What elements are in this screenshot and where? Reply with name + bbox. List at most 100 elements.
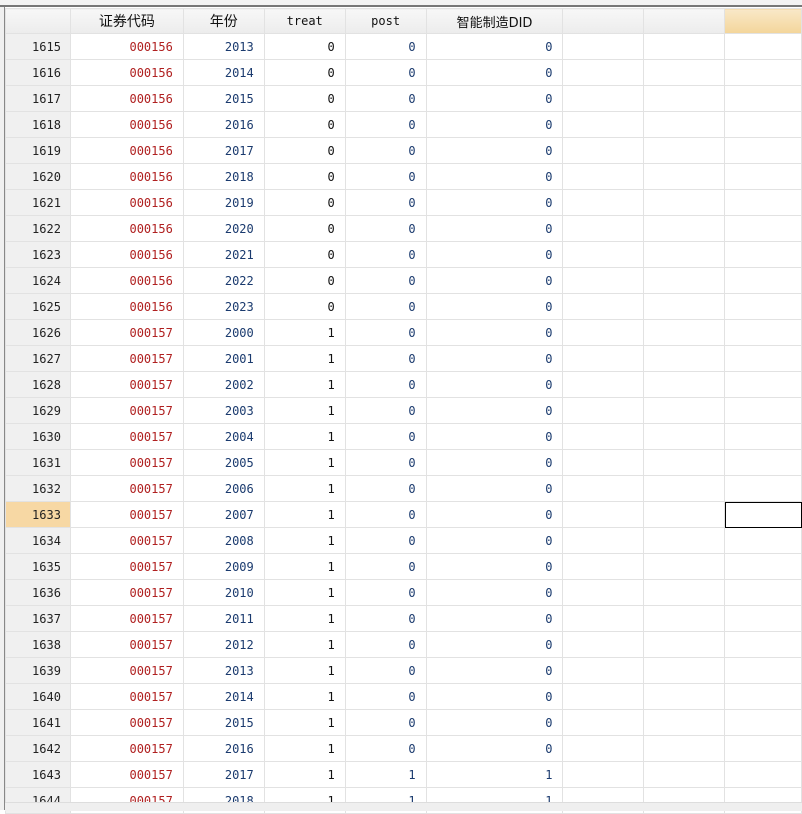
stock-code-cell[interactable]: 000156 — [69, 241, 184, 268]
treat-cell[interactable]: 1 — [263, 631, 346, 658]
stock-code-cell[interactable]: 000156 — [69, 267, 184, 294]
stock-code-cell[interactable]: 000156 — [69, 189, 184, 216]
empty-cell[interactable] — [724, 631, 802, 658]
did-cell[interactable]: 0 — [425, 579, 564, 606]
empty-cell[interactable] — [643, 215, 726, 242]
row-number[interactable]: 1630 — [5, 423, 71, 450]
column-header-empty-2[interactable] — [643, 8, 726, 34]
treat-cell[interactable]: 1 — [263, 761, 346, 788]
empty-cell[interactable] — [643, 85, 726, 112]
year-cell[interactable]: 2023 — [182, 293, 265, 320]
empty-cell[interactable] — [724, 189, 802, 216]
treat-cell[interactable]: 1 — [263, 709, 346, 736]
empty-cell[interactable] — [643, 735, 726, 762]
post-cell[interactable]: 0 — [344, 657, 427, 684]
column-header-year[interactable]: 年份 — [182, 8, 265, 34]
post-cell[interactable]: 0 — [344, 683, 427, 710]
empty-cell[interactable] — [643, 449, 726, 476]
stock-code-cell[interactable]: 000156 — [69, 215, 184, 242]
row-number[interactable]: 1615 — [5, 33, 71, 60]
empty-cell[interactable] — [643, 605, 726, 632]
row-number[interactable]: 1632 — [5, 475, 71, 502]
treat-cell[interactable]: 0 — [263, 189, 346, 216]
year-cell[interactable]: 2013 — [182, 657, 265, 684]
treat-cell[interactable]: 0 — [263, 85, 346, 112]
stock-code-cell[interactable]: 000157 — [69, 319, 184, 346]
treat-cell[interactable]: 1 — [263, 475, 346, 502]
empty-cell[interactable] — [724, 475, 802, 502]
post-cell[interactable]: 0 — [344, 215, 427, 242]
empty-cell[interactable] — [562, 579, 645, 606]
corner-header[interactable] — [5, 8, 71, 34]
did-cell[interactable]: 0 — [425, 449, 564, 476]
year-cell[interactable]: 2011 — [182, 605, 265, 632]
did-cell[interactable]: 0 — [425, 527, 564, 554]
row-number[interactable]: 1638 — [5, 631, 71, 658]
year-cell[interactable]: 2014 — [182, 59, 265, 86]
row-number[interactable]: 1627 — [5, 345, 71, 372]
treat-cell[interactable]: 1 — [263, 371, 346, 398]
empty-cell[interactable] — [724, 553, 802, 580]
empty-cell[interactable] — [562, 137, 645, 164]
treat-cell[interactable]: 0 — [263, 111, 346, 138]
post-cell[interactable]: 0 — [344, 709, 427, 736]
year-cell[interactable]: 2018 — [182, 163, 265, 190]
did-cell[interactable]: 0 — [425, 371, 564, 398]
post-cell[interactable]: 0 — [344, 345, 427, 372]
empty-cell[interactable] — [643, 163, 726, 190]
empty-cell[interactable] — [724, 319, 802, 346]
did-cell[interactable]: 0 — [425, 33, 564, 60]
row-number[interactable]: 1623 — [5, 241, 71, 268]
did-cell[interactable]: 0 — [425, 397, 564, 424]
empty-cell[interactable] — [562, 501, 645, 528]
empty-cell[interactable] — [724, 345, 802, 372]
post-cell[interactable]: 0 — [344, 553, 427, 580]
empty-cell[interactable] — [643, 137, 726, 164]
empty-cell[interactable] — [724, 241, 802, 268]
empty-cell[interactable] — [643, 501, 726, 528]
treat-cell[interactable]: 0 — [263, 163, 346, 190]
stock-code-cell[interactable]: 000157 — [69, 397, 184, 424]
year-cell[interactable]: 2004 — [182, 423, 265, 450]
stock-code-cell[interactable]: 000157 — [69, 735, 184, 762]
post-cell[interactable]: 0 — [344, 267, 427, 294]
empty-cell[interactable] — [724, 683, 802, 710]
did-cell[interactable]: 0 — [425, 319, 564, 346]
empty-cell[interactable] — [724, 111, 802, 138]
empty-cell[interactable] — [643, 319, 726, 346]
empty-cell[interactable] — [724, 657, 802, 684]
did-cell[interactable]: 0 — [425, 631, 564, 658]
post-cell[interactable]: 0 — [344, 33, 427, 60]
empty-cell[interactable] — [724, 85, 802, 112]
empty-cell[interactable] — [724, 371, 802, 398]
stock-code-cell[interactable]: 000157 — [69, 579, 184, 606]
empty-cell[interactable] — [562, 605, 645, 632]
year-cell[interactable]: 2015 — [182, 85, 265, 112]
row-number[interactable]: 1640 — [5, 683, 71, 710]
year-cell[interactable]: 2009 — [182, 553, 265, 580]
year-cell[interactable]: 2001 — [182, 345, 265, 372]
stock-code-cell[interactable]: 000157 — [69, 683, 184, 710]
treat-cell[interactable]: 0 — [263, 241, 346, 268]
empty-cell[interactable] — [724, 33, 802, 60]
treat-cell[interactable]: 1 — [263, 319, 346, 346]
stock-code-cell[interactable]: 000157 — [69, 449, 184, 476]
post-cell[interactable]: 0 — [344, 163, 427, 190]
post-cell[interactable]: 0 — [344, 397, 427, 424]
empty-cell[interactable] — [724, 709, 802, 736]
did-cell[interactable]: 0 — [425, 215, 564, 242]
row-number[interactable]: 1636 — [5, 579, 71, 606]
treat-cell[interactable]: 1 — [263, 501, 346, 528]
empty-cell[interactable] — [562, 319, 645, 346]
year-cell[interactable]: 2013 — [182, 33, 265, 60]
did-cell[interactable]: 0 — [425, 553, 564, 580]
treat-cell[interactable]: 0 — [263, 293, 346, 320]
post-cell[interactable]: 0 — [344, 605, 427, 632]
stock-code-cell[interactable]: 000156 — [69, 85, 184, 112]
row-number[interactable]: 1618 — [5, 111, 71, 138]
post-cell[interactable]: 0 — [344, 475, 427, 502]
row-number[interactable]: 1621 — [5, 189, 71, 216]
empty-cell[interactable] — [643, 423, 726, 450]
post-cell[interactable]: 0 — [344, 85, 427, 112]
empty-cell[interactable] — [562, 293, 645, 320]
